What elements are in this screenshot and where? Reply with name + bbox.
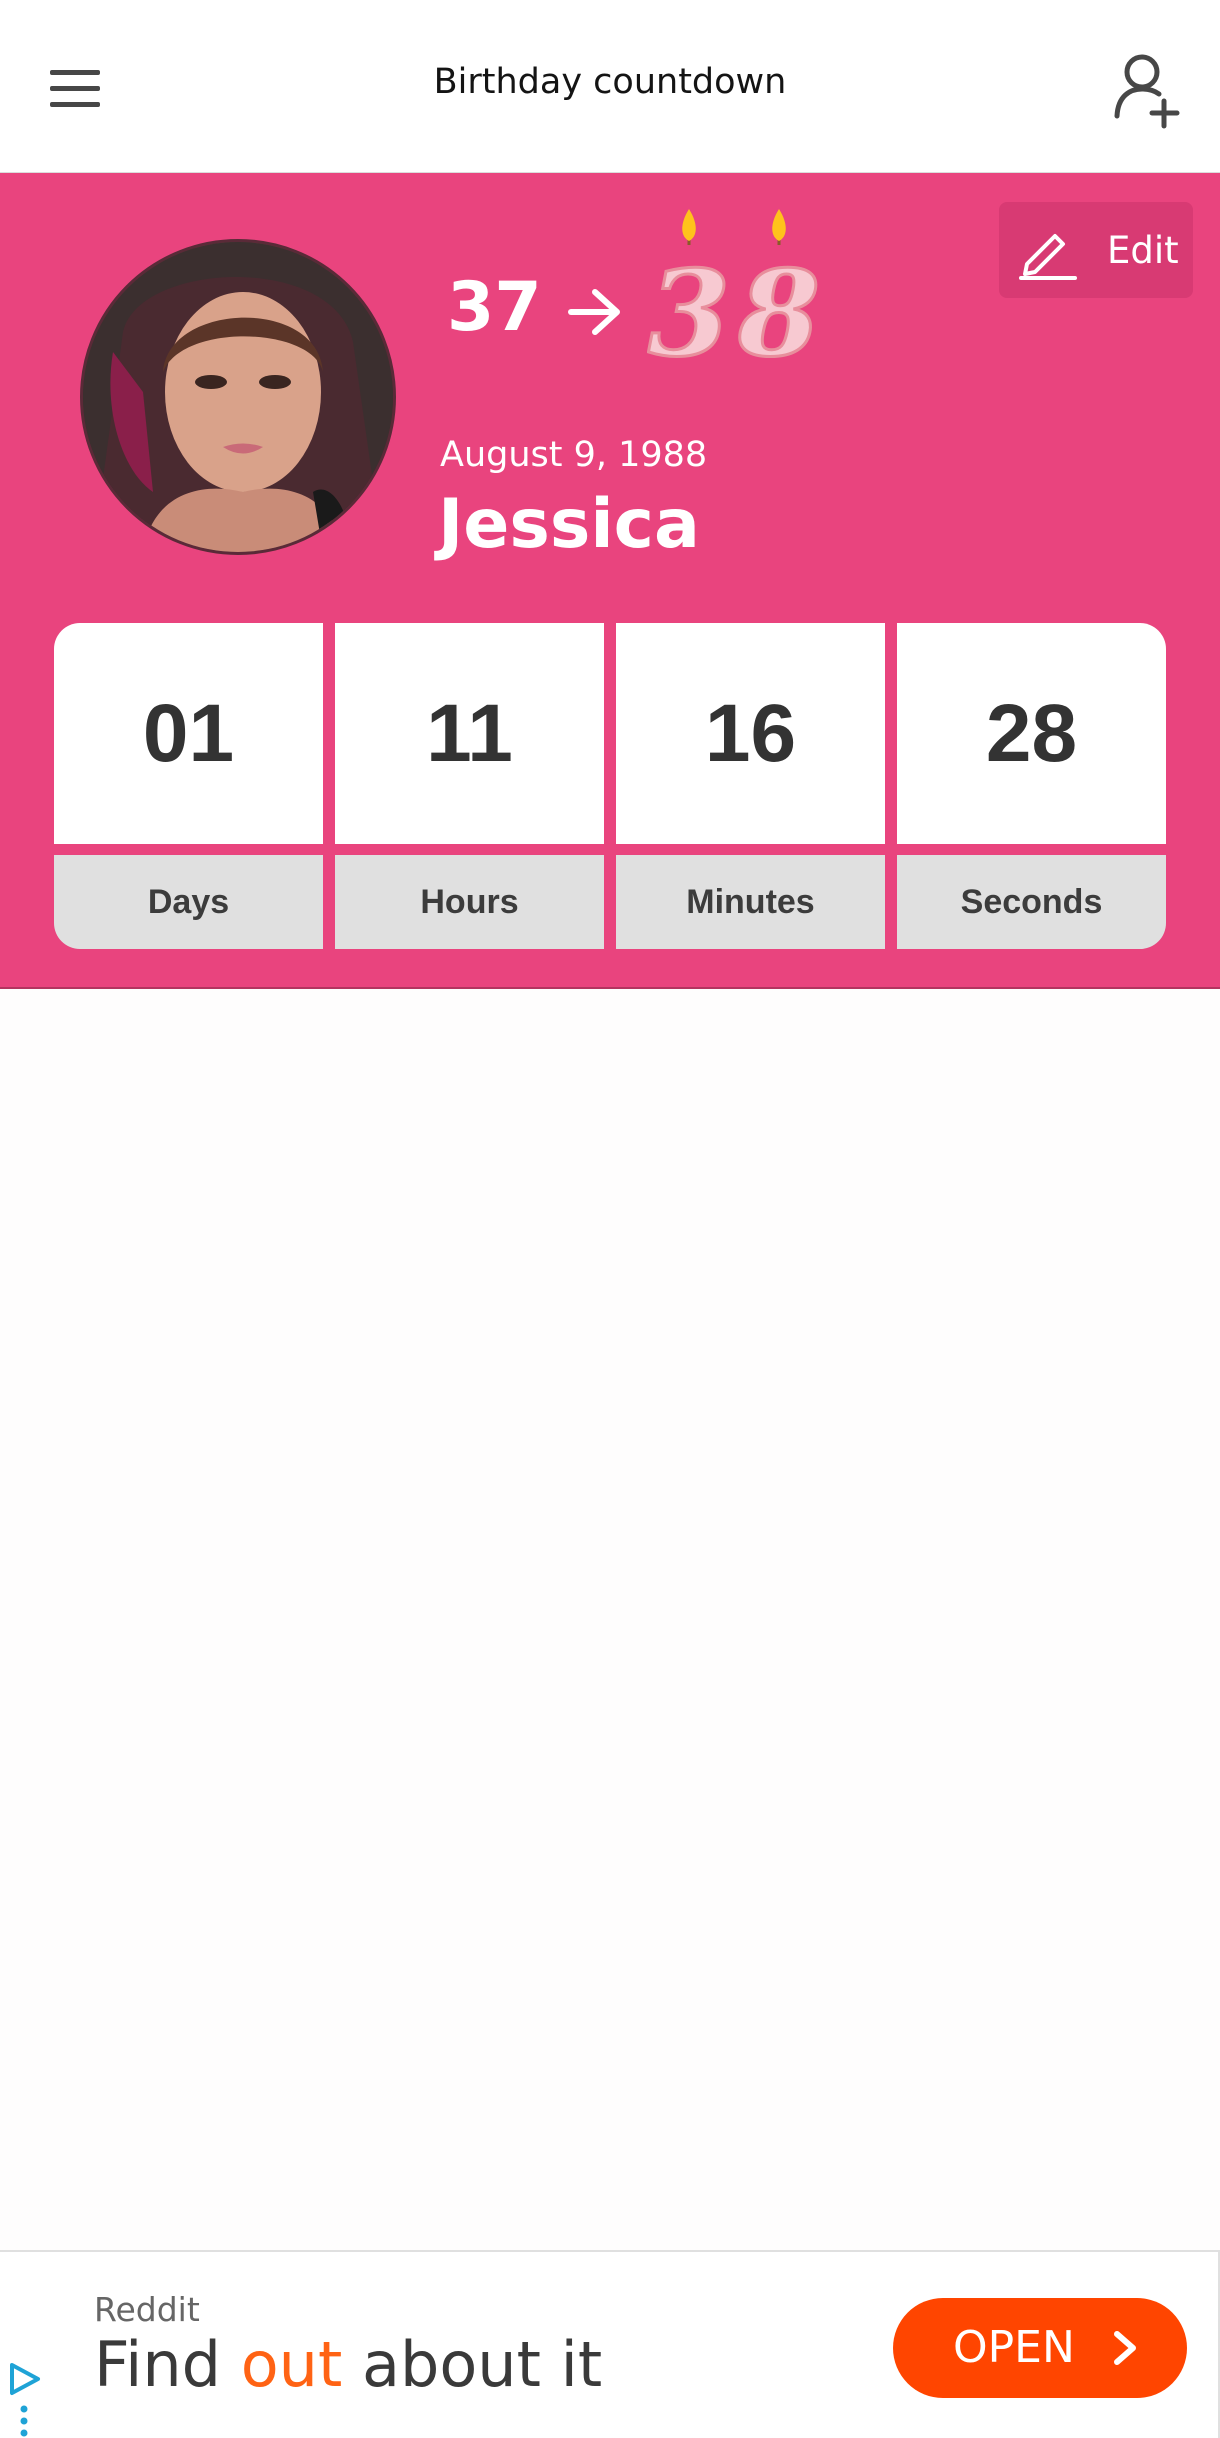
birth-date: August 9, 1988: [440, 435, 708, 475]
ad-advertiser: Reddit: [94, 2290, 200, 2329]
page-title: Birthday countdown: [433, 62, 787, 102]
chevron-right-icon: [1114, 2331, 1136, 2365]
countdown-minutes: 16 Minutes: [616, 623, 885, 949]
person-name: Jessica: [438, 485, 700, 564]
countdown-tiles: 01 Days 11 Hours 16 Minutes 28 Seconds: [54, 623, 1167, 949]
menu-line-bottom: [50, 102, 100, 107]
profile-photo: [83, 242, 393, 552]
avatar[interactable]: [80, 239, 396, 555]
ad-headline: Find out about it: [94, 2328, 602, 2401]
countdown-days: 01 Days: [54, 623, 323, 949]
hours-label: Hours: [335, 855, 604, 949]
ad-open-button[interactable]: OPEN: [893, 2298, 1187, 2398]
ad-headline-part-1: Find: [94, 2328, 241, 2401]
days-value: 01: [54, 623, 323, 844]
seconds-label: Seconds: [897, 855, 1166, 949]
current-age: 37: [447, 268, 542, 347]
candle-digit-2: 8: [737, 244, 820, 383]
candles-icon: 3 8: [647, 209, 822, 385]
add-person-button[interactable]: [1100, 46, 1190, 136]
candle-digit-1: 3: [648, 244, 730, 383]
top-app-bar: Birthday countdown: [0, 0, 1220, 174]
edit-button[interactable]: Edit: [999, 202, 1193, 298]
ad-headline-highlight: out: [240, 2328, 343, 2401]
minutes-label: Minutes: [616, 855, 885, 949]
birthday-card: 37 3 8 August 9, 1988 Jessica Edit 01 Da…: [0, 173, 1220, 989]
ad-open-label: OPEN: [953, 2322, 1075, 2373]
edit-label: Edit: [1107, 229, 1179, 272]
adchoices-icon[interactable]: [6, 2357, 46, 2437]
minutes-value: 16: [616, 623, 885, 844]
seconds-value: 28: [897, 623, 1166, 844]
countdown-hours: 11 Hours: [335, 623, 604, 949]
days-label: Days: [54, 855, 323, 949]
countdown-seconds: 28 Seconds: [897, 623, 1166, 949]
ad-banner[interactable]: Reddit Find out about it OPEN: [0, 2250, 1220, 2438]
add-person-icon: [1114, 54, 1180, 129]
ad-headline-part-2: about it: [342, 2328, 603, 2401]
pencil-icon: [1019, 234, 1077, 280]
arrow-right-icon: [568, 289, 620, 335]
hours-value: 11: [335, 623, 604, 844]
